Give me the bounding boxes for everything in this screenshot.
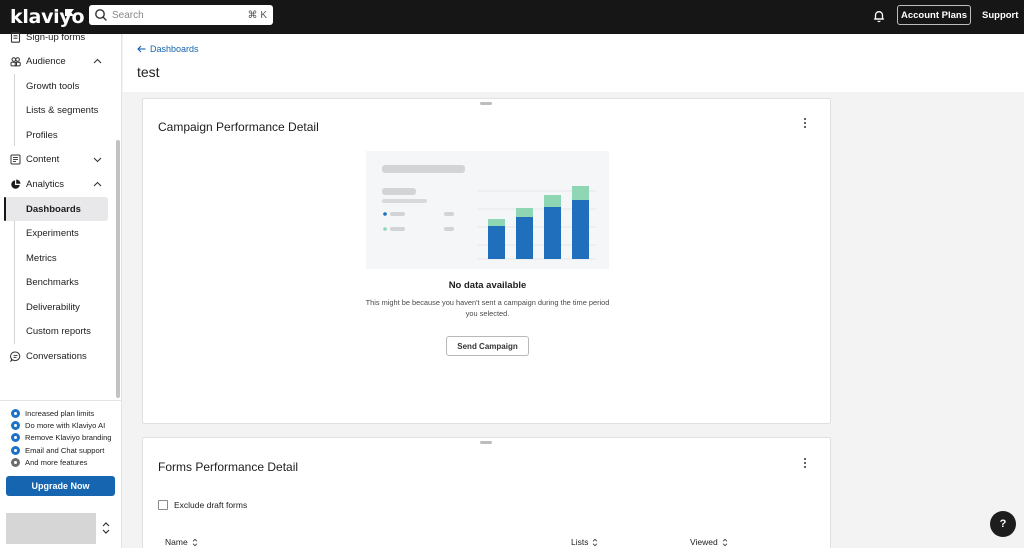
sort-icon xyxy=(722,538,728,546)
column-header-name[interactable]: Name xyxy=(165,537,198,547)
search-shortcut: ⌘ K xyxy=(247,9,267,21)
sidebar-item-experiments[interactable]: Experiments xyxy=(4,221,108,245)
feature-item: And more features xyxy=(11,456,87,468)
back-link-label: Dashboards xyxy=(150,44,199,54)
sidebar-subitem-label: Lists & segments xyxy=(26,104,99,116)
plus-icon xyxy=(11,445,20,455)
page-header: Dashboards test xyxy=(123,34,1024,92)
sidebar-item-label: Analytics xyxy=(26,178,65,190)
sidebar-item-deliverability[interactable]: Deliverability xyxy=(4,295,108,319)
feature-item: Remove Klaviyo branding xyxy=(11,431,112,443)
feature-label: Remove Klaviyo branding xyxy=(25,432,112,442)
column-label: Lists xyxy=(571,537,589,547)
sidebar-item-dashboards[interactable]: Dashboards xyxy=(4,197,108,221)
exclude-draft-forms-toggle[interactable]: Exclude draft forms xyxy=(158,500,247,510)
more-options-icon[interactable] xyxy=(801,116,809,130)
empty-state-description: This might be because you haven't sent a… xyxy=(365,298,610,318)
sidebar-item-custom-reports[interactable]: Custom reports xyxy=(4,319,108,343)
empty-state-title: No data available xyxy=(448,280,527,291)
card-title: Forms Performance Detail xyxy=(158,460,299,474)
sort-icon xyxy=(192,538,198,546)
sidebar-item-label: Audience xyxy=(26,55,66,67)
sidebar-item-audience[interactable]: Audience xyxy=(0,50,118,72)
sort-icon xyxy=(593,538,598,546)
sidebar-subitem-label: Dashboards xyxy=(26,203,81,215)
column-header-viewed[interactable]: Viewed xyxy=(690,537,728,547)
sidebar-subitem-label: Profiles xyxy=(26,129,58,141)
chevron-up-icon xyxy=(93,58,102,63)
plus-icon xyxy=(11,457,20,467)
support-link[interactable]: Support xyxy=(982,10,1018,21)
sidebar-item-lists-segments[interactable]: Lists & segments xyxy=(4,98,108,122)
feature-label: Increased plan limits xyxy=(25,408,95,418)
sidebar-item-profiles[interactable]: Profiles xyxy=(4,123,108,147)
drag-handle[interactable] xyxy=(480,441,492,444)
klaviyo-logo[interactable]: klaviyo xyxy=(10,6,85,28)
drag-handle[interactable] xyxy=(480,102,492,105)
checkbox-label: Exclude draft forms xyxy=(174,500,248,510)
search-icon xyxy=(95,9,107,21)
sidebar-subitem-label: Metrics xyxy=(26,252,57,264)
sidebar-item-label: Content xyxy=(26,153,60,165)
upgrade-now-button[interactable]: Upgrade Now xyxy=(6,476,115,496)
exclude-draft-checkbox[interactable] xyxy=(158,500,168,510)
feature-item: Increased plan limits xyxy=(11,407,94,419)
pie-chart-icon xyxy=(11,179,21,189)
campaign-performance-card: Campaign Performance Detail No data avai… xyxy=(142,98,831,424)
chat-icon xyxy=(10,351,21,362)
people-icon xyxy=(10,56,21,66)
feature-item: Do more with Klaviyo AI xyxy=(11,419,105,431)
send-campaign-button[interactable]: Send Campaign xyxy=(446,336,529,356)
card-title: Campaign Performance Detail xyxy=(158,120,319,134)
bell-icon[interactable] xyxy=(872,9,886,23)
plus-icon xyxy=(11,432,20,442)
column-label: Viewed xyxy=(690,537,718,547)
sidebar-item-label: Conversations xyxy=(26,350,87,362)
sidebar-subitem-label: Deliverability xyxy=(26,301,80,313)
feature-label: And more features xyxy=(25,457,88,467)
sidebar-item-metrics[interactable]: Metrics xyxy=(4,246,108,270)
feature-label: Email and Chat support xyxy=(25,445,105,455)
feature-item: Email and Chat support xyxy=(11,444,104,456)
sidebar-item-analytics[interactable]: Analytics xyxy=(0,173,118,195)
account-avatar[interactable] xyxy=(6,513,96,544)
chevron-up-down-icon[interactable] xyxy=(101,521,111,535)
back-to-dashboards-link[interactable]: Dashboards xyxy=(137,44,199,54)
arrow-left-icon xyxy=(137,45,146,53)
sidebar-subitem-label: Experiments xyxy=(26,227,79,239)
content-icon xyxy=(10,154,21,164)
sidebar-item-signup-forms[interactable]: Sign-up forms xyxy=(0,26,118,48)
sidebar-subitem-label: Growth tools xyxy=(26,80,80,92)
sidebar-item-growth-tools[interactable]: Growth tools xyxy=(4,74,108,98)
plus-icon xyxy=(11,420,20,430)
plus-icon xyxy=(11,408,20,418)
sidebar-scrollbar[interactable] xyxy=(116,140,120,398)
sidebar-item-benchmarks[interactable]: Benchmarks xyxy=(4,270,108,294)
account-plans-button[interactable]: Account Plans xyxy=(897,5,971,25)
sidebar-subitem-label: Benchmarks xyxy=(26,276,79,288)
sidebar-subitem-label: Custom reports xyxy=(26,325,91,337)
forms-performance-card: Forms Performance Detail Exclude draft f… xyxy=(142,437,831,548)
column-header-lists[interactable]: Lists xyxy=(571,537,598,547)
chevron-up-icon xyxy=(93,181,102,186)
form-icon xyxy=(10,31,21,43)
help-button[interactable]: ? xyxy=(990,511,1016,537)
sidebar-item-label: Sign-up forms xyxy=(26,31,86,43)
sidebar-item-conversations[interactable]: Conversations xyxy=(0,345,118,367)
chevron-down-icon xyxy=(93,157,102,162)
empty-chart-illustration xyxy=(366,151,609,269)
sidebar-divider xyxy=(0,400,121,401)
sidebar-item-content[interactable]: Content xyxy=(0,148,118,170)
search-placeholder: Search xyxy=(112,9,144,21)
page-title: test xyxy=(137,64,160,80)
more-options-icon[interactable] xyxy=(801,456,809,470)
column-label: Name xyxy=(165,537,188,547)
search-input[interactable]: Search ⌘ K xyxy=(89,5,273,25)
sidebar: Sign-up forms Audience Growth tools List… xyxy=(0,32,122,548)
top-bar: klaviyo Search ⌘ K Account Plans Support xyxy=(0,0,1024,34)
feature-label: Do more with Klaviyo AI xyxy=(25,420,106,430)
